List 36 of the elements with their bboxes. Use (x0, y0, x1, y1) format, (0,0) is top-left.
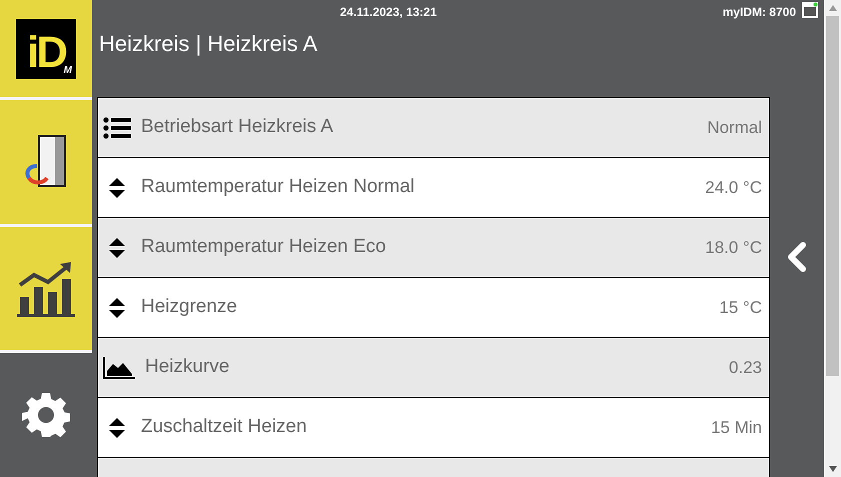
setting-label: Betriebsart Heizkreis A (141, 115, 334, 140)
sidebar-tile[interactable] (0, 353, 92, 477)
heat-exchange-icon (23, 134, 69, 190)
sidebar-tile[interactable] (0, 226, 92, 350)
setting-value: 15 Min (710, 417, 762, 439)
list-icon (103, 116, 131, 138)
setting-row[interactable]: Raumtemperatur Heizen Eco 18.0 °C (98, 217, 769, 277)
setting-label: Raumtemperatur Heizen Normal (141, 175, 414, 200)
setting-row[interactable]: Heizgrenze 15 °C (98, 277, 769, 337)
up-down-icon (109, 238, 125, 258)
scrollbar-thumb[interactable] (826, 16, 839, 376)
setting-label: Heizgrenze (141, 295, 238, 320)
page-title: Heizkreis | Heizkreis A (99, 30, 318, 58)
area-chart-icon (103, 356, 135, 378)
setting-label: Heizkurve (145, 355, 230, 380)
setting-row[interactable]: Raumtemperatur Heizen Normal 24.0 °C (98, 157, 769, 217)
up-down-icon (109, 418, 125, 438)
up-down-icon (109, 178, 125, 198)
device-label: myIDM: 8700 (722, 4, 796, 21)
setting-label: Raumtemperatur Heizen Eco (141, 235, 386, 260)
settings-icon (22, 391, 70, 440)
chevron-left-icon (786, 241, 808, 273)
setting-value: 0.23 (728, 357, 762, 379)
setting-value: 18.0 °C (705, 237, 762, 259)
setting-row[interactable]: Zuschaltzeit Heizen 15 Min (98, 397, 769, 457)
setting-value: Normal (707, 117, 762, 139)
scroll-down-icon[interactable] (828, 466, 836, 472)
setting-label: Zuschaltzeit Heizen (141, 415, 307, 440)
setting-row[interactable]: Betriebsart Heizkreis A Normal (98, 97, 769, 157)
date-time: 24.11.2023, 13:21 (340, 4, 437, 21)
setting-row[interactable]: Heizkurve 0.23 (98, 337, 769, 397)
scrollbar[interactable] (824, 0, 841, 477)
setting-value: 24.0 °C (705, 177, 762, 199)
sidebar-tile[interactable] (0, 100, 92, 224)
setting-value: 15 °C (719, 297, 762, 319)
up-down-icon (109, 298, 125, 318)
